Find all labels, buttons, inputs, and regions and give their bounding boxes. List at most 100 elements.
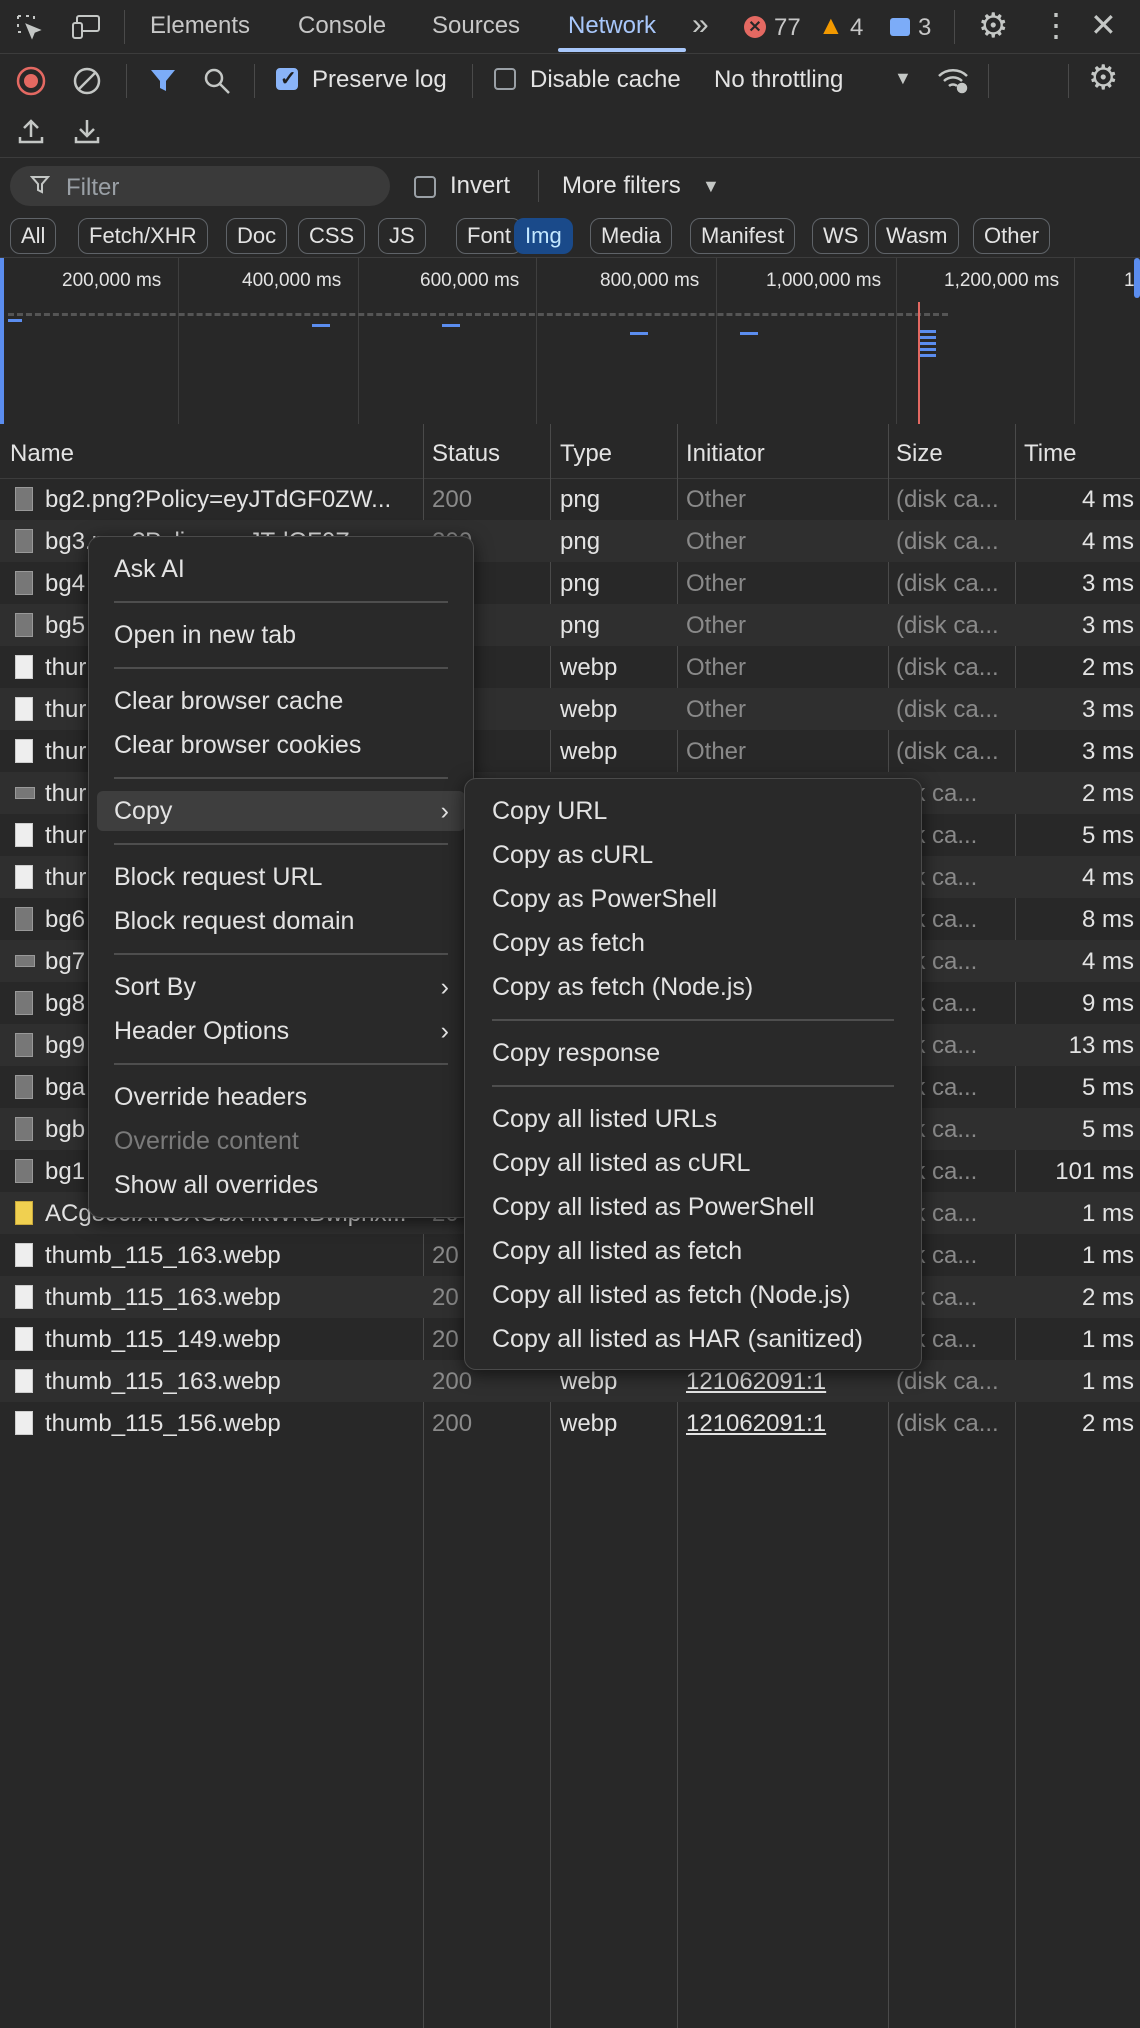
- network-overview-timeline[interactable]: 200,000 ms 400,000 ms 600,000 ms 800,000…: [0, 258, 1140, 425]
- type-filter-media[interactable]: Media: [590, 218, 672, 254]
- submenu-item-copy-response[interactable]: Copy response: [465, 1033, 921, 1073]
- menu-item-ask-ai[interactable]: Ask AI: [89, 549, 473, 589]
- menu-item-block-url[interactable]: Block request URL: [89, 857, 473, 897]
- type-filter-img[interactable]: Img: [514, 218, 573, 254]
- request-context-menu: Ask AI Open in new tab Clear browser cac…: [88, 536, 474, 1218]
- column-header-type[interactable]: Type: [560, 440, 612, 468]
- disable-cache-checkbox[interactable]: [494, 68, 516, 90]
- cell-initiator: Other: [686, 654, 747, 681]
- type-filter-wasm[interactable]: Wasm: [875, 218, 959, 254]
- timeline-left-handle[interactable]: [0, 258, 4, 424]
- menu-item-label: Copy as fetch: [492, 929, 645, 957]
- menu-item-clear-cookies[interactable]: Clear browser cookies: [89, 725, 473, 765]
- tab-elements[interactable]: Elements: [150, 12, 250, 40]
- invert-label: Invert: [450, 172, 511, 199]
- submenu-item-copy-all-curl[interactable]: Copy all listed as cURL: [465, 1143, 921, 1183]
- warning-icon: ▲: [818, 10, 844, 40]
- type-filter-doc[interactable]: Doc: [226, 218, 288, 254]
- cell-initiator: Other: [686, 612, 747, 639]
- menu-item-copy[interactable]: Copy ›: [97, 791, 465, 831]
- column-header-time[interactable]: Time: [1024, 440, 1076, 468]
- submenu-item-copy-fetch-node[interactable]: Copy as fetch (Node.js): [465, 967, 921, 1007]
- timeline-gridline: [896, 258, 897, 424]
- menu-item-label: Copy as PowerShell: [492, 885, 718, 913]
- throttling-dropdown-arrow-icon[interactable]: ▼: [894, 68, 912, 89]
- column-header-status[interactable]: Status: [432, 440, 500, 468]
- timeline-request-cluster: [920, 330, 936, 358]
- tab-sources[interactable]: Sources: [432, 12, 520, 40]
- type-filter-manifest[interactable]: Manifest: [690, 218, 796, 254]
- menu-item-override-headers[interactable]: Override headers: [89, 1077, 473, 1117]
- type-filter-other[interactable]: Other: [973, 218, 1051, 254]
- timeline-label: 800,000 ms: [600, 270, 700, 291]
- cell-initiator[interactable]: 121062091:1: [686, 1368, 882, 1396]
- search-icon[interactable]: [202, 66, 232, 96]
- column-header-size[interactable]: Size: [896, 440, 943, 468]
- table-row[interactable]: bg2.png?Policy=eyJTdGF0ZW... 200 png Other (…: [0, 478, 1140, 520]
- settings-gear-icon[interactable]: ⚙: [978, 6, 1008, 46]
- submenu-item-copy-all-har[interactable]: Copy all listed as HAR (sanitized): [465, 1319, 921, 1359]
- menu-item-sort-by[interactable]: Sort By ›: [89, 967, 473, 1007]
- more-filters-arrow-icon[interactable]: ▼: [702, 176, 720, 197]
- network-conditions-wifi-icon[interactable]: [936, 66, 970, 96]
- clear-icon[interactable]: [72, 66, 102, 96]
- submenu-chevron-icon: ›: [440, 797, 449, 825]
- menu-item-block-domain[interactable]: Block request domain: [89, 901, 473, 941]
- preserve-log-checkbox[interactable]: [276, 66, 298, 91]
- type-filter-css[interactable]: CSS: [298, 218, 366, 254]
- submenu-item-copy-all-urls[interactable]: Copy all listed URLs: [465, 1099, 921, 1139]
- type-filter-js[interactable]: JS: [378, 218, 426, 254]
- tab-network[interactable]: Network: [568, 12, 656, 40]
- type-filter-all[interactable]: All: [10, 218, 57, 254]
- cell-name: thumb_115_163.webp: [45, 1284, 281, 1311]
- import-har-upload-icon[interactable]: [16, 116, 46, 146]
- submenu-item-copy-powershell[interactable]: Copy as PowerShell: [465, 879, 921, 919]
- timeline-request-mark: [630, 332, 648, 335]
- submenu-item-copy-all-fetch-node[interactable]: Copy all listed as fetch (Node.js): [465, 1275, 921, 1315]
- close-devtools-icon[interactable]: ✕: [1090, 6, 1117, 44]
- cell-size: (disk ca...: [896, 486, 999, 513]
- column-header-initiator[interactable]: Initiator: [686, 440, 765, 468]
- filter-input[interactable]: Filter: [10, 166, 390, 206]
- menu-item-clear-cache[interactable]: Clear browser cache: [89, 681, 473, 721]
- submenu-item-copy-all-powershell[interactable]: Copy all listed as PowerShell: [465, 1187, 921, 1227]
- throttling-select[interactable]: No throttling: [714, 66, 843, 94]
- menu-item-show-overrides[interactable]: Show all overrides: [89, 1165, 473, 1205]
- tab-console[interactable]: Console: [298, 12, 386, 40]
- submenu-item-copy-all-fetch[interactable]: Copy all listed as fetch: [465, 1231, 921, 1271]
- menu-item-label: Copy all listed as fetch: [492, 1237, 743, 1265]
- warning-count[interactable]: 4: [850, 14, 863, 42]
- message-count[interactable]: 3: [918, 14, 931, 42]
- stop-recording-icon[interactable]: [16, 66, 46, 96]
- submenu-item-copy-url[interactable]: Copy URL: [465, 791, 921, 831]
- menu-item-open-new-tab[interactable]: Open in new tab: [89, 615, 473, 655]
- menu-item-label: Copy all listed as fetch (Node.js): [492, 1281, 851, 1309]
- menu-item-override-content: Override content: [89, 1121, 473, 1161]
- more-options-kebab-icon[interactable]: ⋮: [1040, 6, 1072, 44]
- menu-item-label: Block request domain: [114, 907, 355, 935]
- type-filter-font[interactable]: Font: [456, 218, 523, 254]
- submenu-item-copy-curl[interactable]: Copy as cURL: [465, 835, 921, 875]
- menu-item-header-options[interactable]: Header Options ›: [89, 1011, 473, 1051]
- timeline-right-handle[interactable]: [1134, 258, 1140, 298]
- separator: [254, 64, 255, 98]
- more-filters-dropdown[interactable]: More filters: [562, 172, 681, 200]
- type-filter-ws[interactable]: WS: [812, 218, 870, 254]
- cell-size: (disk ca...: [896, 696, 999, 723]
- type-filter-fetchxhr[interactable]: Fetch/XHR: [78, 218, 208, 254]
- network-settings-gear-icon[interactable]: ⚙: [1088, 58, 1118, 98]
- filter-funnel-icon[interactable]: [148, 66, 178, 96]
- error-count[interactable]: 77: [774, 14, 801, 42]
- table-row[interactable]: thumb_115_156.webp 200 webp 121062091:1 (dis…: [0, 1402, 1140, 1444]
- file-type-icon: [15, 1033, 33, 1057]
- device-toolbar-icon[interactable]: [70, 12, 104, 42]
- invert-checkbox[interactable]: [414, 176, 436, 198]
- export-har-download-icon[interactable]: [72, 116, 102, 146]
- cell-initiator[interactable]: 121062091:1: [686, 1410, 882, 1438]
- submenu-item-copy-fetch[interactable]: Copy as fetch: [465, 923, 921, 963]
- more-tabs-chevron-icon[interactable]: »: [692, 8, 709, 42]
- inspect-element-icon[interactable]: [14, 12, 44, 42]
- message-icon: [890, 18, 910, 36]
- column-header-name[interactable]: Name: [10, 440, 74, 468]
- menu-item-label: Copy: [114, 797, 173, 825]
